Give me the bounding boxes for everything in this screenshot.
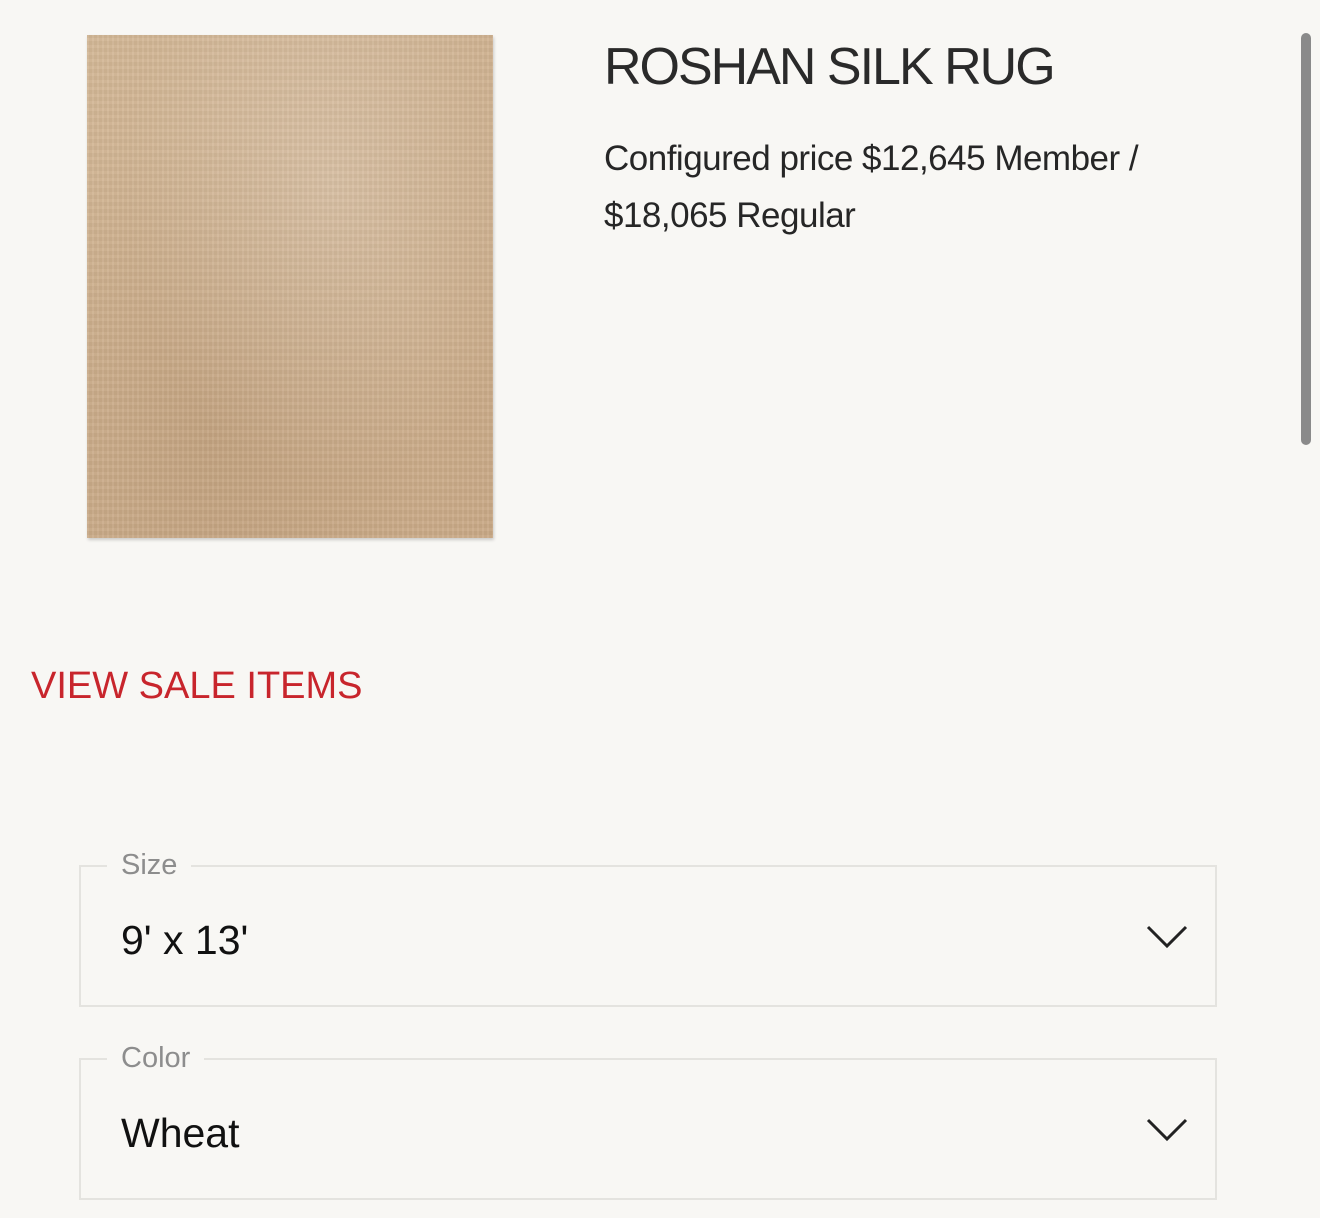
size-select[interactable]: Size 9' x 13' (79, 847, 1217, 1007)
configured-price: Configured price $12,645 Member / $18,06… (604, 130, 1244, 244)
chevron-down-icon (1146, 1118, 1188, 1142)
member-label: Member / (994, 139, 1139, 178)
view-sale-items-link[interactable]: VIEW SALE ITEMS (31, 664, 363, 708)
size-value: 9' x 13' (121, 917, 249, 963)
scrollbar[interactable] (1301, 33, 1311, 445)
product-title: ROSHAN SILK RUG (604, 38, 1056, 96)
size-label: Size (107, 847, 192, 883)
member-price: $12,645 (862, 139, 986, 178)
color-select[interactable]: Color Wheat (79, 1040, 1217, 1200)
color-label: Color (107, 1040, 205, 1076)
price-prefix: Configured price (604, 139, 853, 178)
regular-price: $18,065 (604, 196, 728, 235)
color-value: Wheat (121, 1110, 240, 1156)
regular-label: Regular (736, 196, 856, 235)
chevron-down-icon (1146, 925, 1188, 949)
product-image[interactable] (87, 35, 493, 538)
